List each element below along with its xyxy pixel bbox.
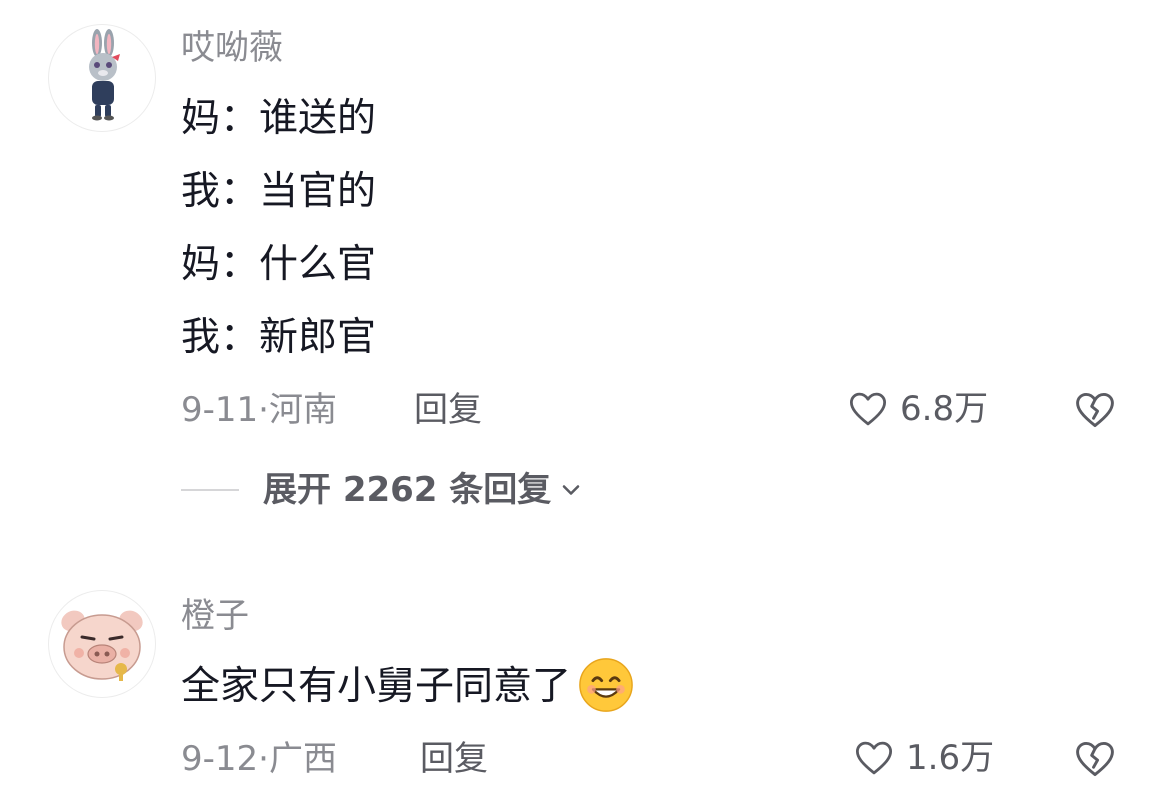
avatar[interactable] bbox=[48, 590, 156, 698]
broken-heart-icon[interactable] bbox=[1073, 737, 1117, 781]
comment-location: 广西 bbox=[268, 739, 337, 779]
heart-outline-icon bbox=[855, 741, 893, 775]
comment-text-body: 全家只有小舅子同意了 bbox=[181, 664, 572, 709]
comment-date: 9-12 bbox=[181, 739, 259, 779]
comment-meta: 9-12·广西 bbox=[181, 739, 337, 779]
reply-button[interactable]: 回复 bbox=[420, 739, 488, 779]
like-count: 1.6万 bbox=[906, 738, 995, 778]
like-button[interactable]: 1.6万 bbox=[852, 737, 994, 779]
pig-avatar-icon bbox=[61, 610, 143, 681]
meta-dot: · bbox=[258, 739, 269, 779]
comment-text: 全家只有小舅子同意了 bbox=[181, 650, 635, 723]
smile-emoji-icon bbox=[579, 657, 633, 712]
comment-line: 全家只有小舅子同意了 bbox=[181, 650, 635, 723]
comment-item: 橙子 全家只有小舅子同意了 9-12·广西 回复 1.6万 bbox=[0, 0, 1170, 795]
comment-username[interactable]: 橙子 bbox=[181, 596, 249, 636]
